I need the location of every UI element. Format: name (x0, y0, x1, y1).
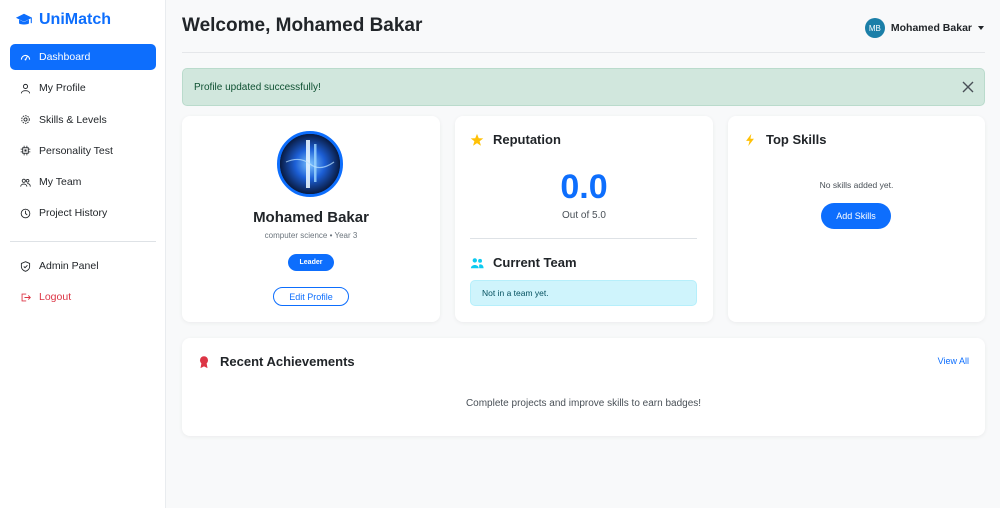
profile-picture (277, 131, 343, 197)
achievements-empty-message: Complete projects and improve skills to … (465, 398, 702, 409)
view-all-link[interactable]: View All (938, 356, 969, 366)
sidebar-item-label: My Profile (39, 82, 86, 95)
sidebar-item-project-history[interactable]: Project History (10, 200, 156, 226)
graduation-cap-icon (15, 13, 33, 25)
logout-icon (20, 292, 31, 303)
sidebar-item-admin-panel[interactable]: Admin Panel (10, 253, 156, 279)
user-name: Mohamed Bakar (890, 22, 972, 34)
top-skills-heading: Top Skills (743, 132, 826, 147)
team-status: Not in a team yet. (470, 280, 697, 306)
people-icon (20, 177, 31, 188)
sidebar-item-label: Dashboard (39, 51, 91, 63)
reputation-out-of: Out of 5.0 (562, 210, 606, 221)
avatar: MB (864, 18, 885, 38)
sidebar-item-my-profile[interactable]: My Profile (10, 75, 156, 101)
caret-down-icon (978, 26, 984, 30)
speedometer-icon (20, 52, 31, 63)
header-divider (182, 52, 985, 53)
top-skills-title: Top Skills (766, 132, 827, 147)
user-menu-dropdown[interactable]: MB Mohamed Bakar (864, 18, 984, 38)
shield-icon (20, 260, 31, 272)
reputation-heading: Reputation (470, 132, 561, 147)
brand-logo[interactable]: UniMatch (15, 10, 111, 30)
lightning-icon (743, 133, 757, 147)
current-team-heading: Current Team (470, 255, 577, 270)
success-alert: Profile updated successfully! (182, 68, 985, 106)
sidebar-secondary-nav: Admin Panel Logout (10, 253, 156, 316)
edit-profile-button[interactable]: Edit Profile (273, 287, 349, 306)
current-team-title: Current Team (493, 255, 577, 270)
top-skills-card: Top Skills No skills added yet. Add Skil… (728, 116, 985, 322)
profile-subtitle: computer science • Year 3 (264, 231, 358, 240)
people-icon (470, 256, 484, 270)
sidebar-item-dashboard[interactable]: Dashboard (10, 44, 156, 70)
person-icon (20, 83, 31, 94)
sidebar: UniMatch Dashboard My Profile Skills & L… (0, 0, 166, 508)
skills-empty-message: No skills added yet. (819, 180, 894, 190)
sidebar-item-label: My Team (39, 176, 82, 189)
alert-message: Profile updated successfully! (194, 81, 321, 93)
sidebar-item-my-team[interactable]: My Team (10, 169, 156, 195)
achievements-card: Recent Achievements View All Complete pr… (182, 338, 985, 436)
add-skills-button[interactable]: Add Skills (821, 203, 891, 229)
gear-icon (20, 114, 31, 125)
profile-card: Mohamed Bakar computer science • Year 3 … (182, 116, 440, 322)
sidebar-item-label: Personality Test (39, 144, 113, 157)
profile-name: Mohamed Bakar (253, 209, 369, 226)
reputation-score: 0.0 (560, 168, 608, 206)
cpu-icon (20, 145, 31, 156)
sidebar-item-label: Skills & Levels (39, 113, 107, 126)
sidebar-item-label: Admin Panel (39, 260, 99, 272)
sidebar-item-personality-test[interactable]: Personality Test (10, 138, 156, 164)
sidebar-divider (10, 241, 156, 242)
sidebar-item-skills[interactable]: Skills & Levels (10, 107, 156, 133)
page-title: Welcome, Mohamed Bakar (182, 15, 423, 36)
reputation-card: Reputation 0.0 Out of 5.0 Current Team N… (455, 116, 713, 322)
sidebar-nav: Dashboard My Profile Skills & Levels Per… (10, 44, 156, 232)
card-divider (470, 238, 697, 239)
role-badge: Leader (288, 254, 334, 271)
achievements-title: Recent Achievements (220, 354, 355, 369)
close-icon[interactable] (962, 81, 974, 93)
brand-name: UniMatch (39, 11, 111, 28)
reputation-title: Reputation (493, 132, 561, 147)
award-icon (197, 355, 211, 369)
sidebar-item-label: Project History (39, 207, 108, 220)
achievements-heading: Recent Achievements (197, 354, 355, 369)
sidebar-item-label: Logout (39, 291, 72, 304)
sidebar-item-logout[interactable]: Logout (10, 284, 156, 310)
star-icon (470, 133, 484, 147)
clock-icon (20, 208, 31, 219)
